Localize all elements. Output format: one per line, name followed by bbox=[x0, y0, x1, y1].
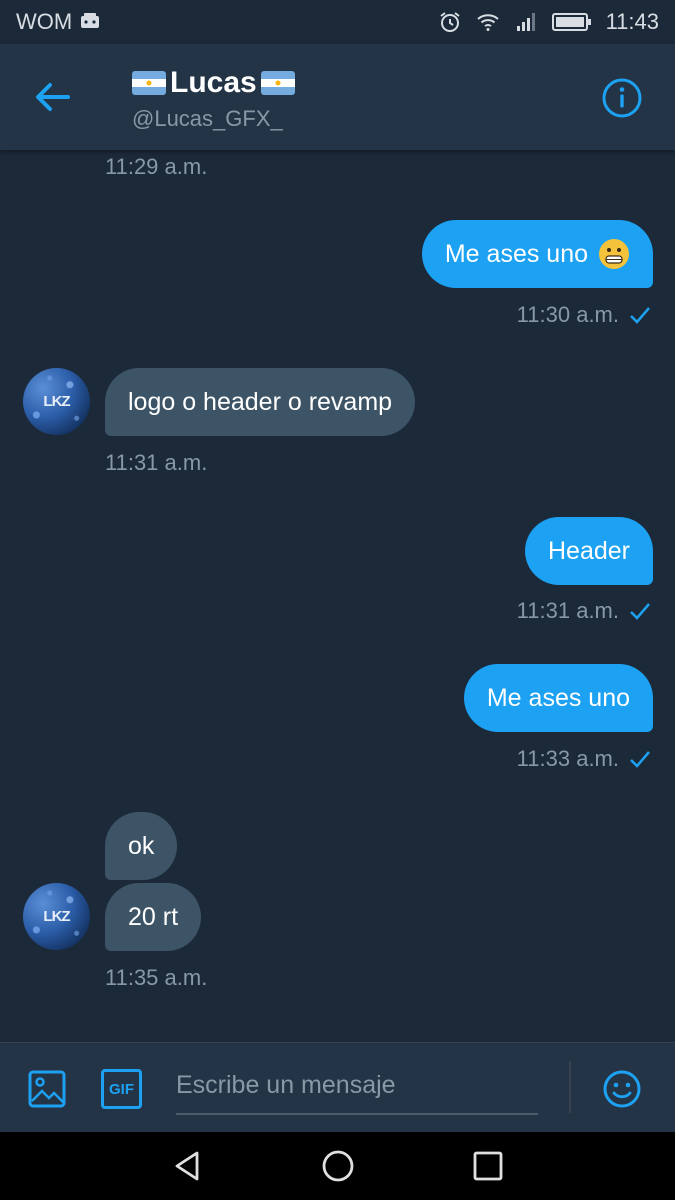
message-composer: GIF bbox=[0, 1042, 675, 1132]
incoming-message[interactable]: logo o header o revamp bbox=[105, 368, 416, 436]
signal-icon bbox=[516, 13, 535, 31]
message-timestamp: 11:31 a.m. bbox=[516, 598, 619, 623]
message-input-wrapper bbox=[176, 1063, 538, 1115]
conversation-title[interactable]: Lucas @Lucas_GFX_ bbox=[132, 66, 295, 132]
avatar[interactable]: LKZ bbox=[23, 883, 90, 950]
message-timestamp: 11:30 a.m. bbox=[516, 302, 619, 327]
grimacing-face-icon bbox=[599, 239, 629, 269]
carrier-label: WOM bbox=[16, 9, 73, 34]
nav-home-icon[interactable] bbox=[320, 1148, 356, 1184]
avatar[interactable]: LKZ bbox=[23, 368, 90, 435]
image-icon[interactable] bbox=[27, 1069, 67, 1109]
sim-icon bbox=[81, 13, 100, 28]
outgoing-message[interactable]: Me ases uno bbox=[421, 220, 653, 288]
argentina-flag-icon bbox=[132, 71, 166, 95]
message-status: 11:33 a.m. bbox=[517, 746, 651, 772]
nav-back-icon[interactable] bbox=[170, 1148, 206, 1184]
message-timestamp: 11:29 a.m. bbox=[105, 154, 208, 179]
message-timestamp: 11:31 a.m. bbox=[105, 450, 208, 475]
message-input[interactable] bbox=[176, 1063, 538, 1107]
contact-handle: @Lucas_GFX_ bbox=[132, 106, 283, 131]
nav-recents-icon[interactable] bbox=[470, 1148, 506, 1184]
wifi-icon bbox=[476, 14, 499, 31]
incoming-message[interactable]: ok bbox=[105, 812, 178, 880]
emoji-icon[interactable] bbox=[602, 1069, 642, 1109]
info-icon[interactable] bbox=[600, 76, 644, 120]
message-timestamp: 11:33 a.m. bbox=[516, 746, 619, 771]
read-check-icon bbox=[630, 751, 650, 768]
message-timestamp: 11:35 a.m. bbox=[105, 965, 208, 990]
system-nav-bar bbox=[0, 1132, 675, 1200]
message-text: logo o header o revamp bbox=[128, 387, 393, 416]
message-text: Header bbox=[548, 536, 630, 565]
message-text: Me ases uno bbox=[444, 239, 588, 268]
conversation-header: Lucas @Lucas_GFX_ bbox=[0, 44, 675, 150]
status-bar: WOM 11:43 bbox=[0, 0, 675, 44]
gif-label: GIF bbox=[109, 1080, 134, 1098]
outgoing-message[interactable]: Me ases uno bbox=[463, 664, 653, 732]
composer-divider bbox=[569, 1061, 571, 1113]
message-status: 11:31 a.m. bbox=[517, 598, 651, 624]
message-status: 11:30 a.m. bbox=[517, 302, 651, 328]
incoming-message[interactable]: 20 rt bbox=[105, 883, 202, 951]
battery-icon bbox=[551, 13, 591, 31]
avatar-text: LKZ bbox=[43, 393, 70, 410]
status-time: 11:43 bbox=[605, 9, 659, 34]
outgoing-message[interactable]: Header bbox=[525, 517, 653, 585]
read-check-icon bbox=[630, 603, 650, 620]
message-list[interactable]: 11:29 a.m. Me ases uno 11:30 a.m. LKZ lo… bbox=[0, 150, 675, 1042]
avatar-text: LKZ bbox=[43, 908, 70, 925]
read-check-icon bbox=[630, 307, 650, 324]
message-text: ok bbox=[128, 831, 155, 860]
message-text: 20 rt bbox=[128, 902, 179, 931]
alarm-icon bbox=[439, 12, 460, 32]
contact-name: Lucas bbox=[170, 66, 257, 99]
message-text: Me ases uno bbox=[486, 683, 630, 712]
argentina-flag-icon bbox=[260, 71, 295, 95]
gif-button[interactable]: GIF bbox=[101, 1069, 142, 1109]
back-arrow-icon[interactable] bbox=[30, 77, 74, 117]
